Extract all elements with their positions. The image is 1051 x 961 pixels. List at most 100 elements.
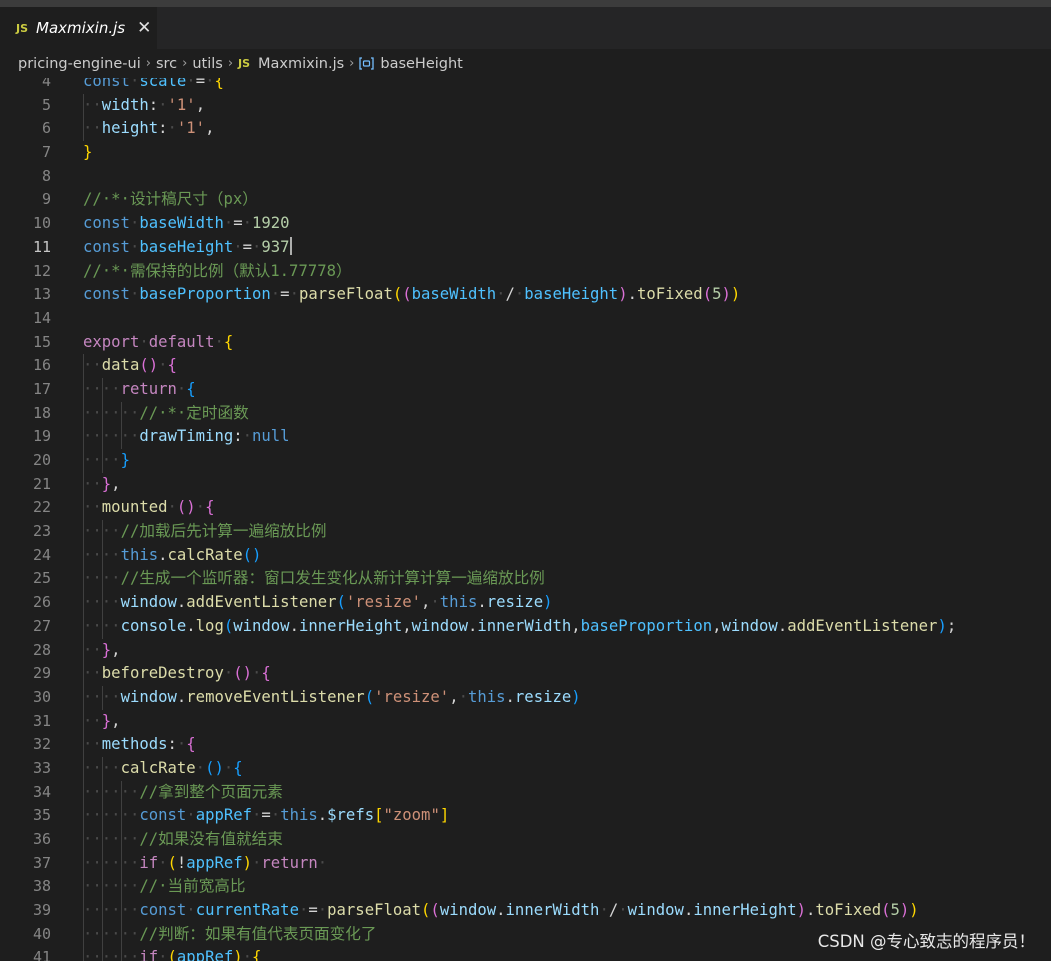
code-line[interactable]: 13 const·baseProportion·=·parseFloat((bas… [0, 283, 1051, 307]
indent-guide [83, 780, 84, 805]
indent-guide [101, 899, 103, 923]
breadcrumb-item-utils[interactable]: utils [192, 56, 223, 72]
code-line[interactable]: 20 ·· ··} [0, 449, 1051, 473]
code-line[interactable]: 27 ·· ··console.log(window.innerHeight,win… [0, 614, 1051, 639]
code-token: //·*·需保持的比例（默认1.77778） [83, 261, 352, 280]
code-line[interactable]: 29 ··beforeDestroy·()·{ [0, 662, 1051, 686]
whitespace-marker: ·· [120, 806, 140, 825]
code-token: '1' [176, 119, 206, 138]
code-line[interactable]: 26 ·· ··window.addEventListener('resize',·… [0, 591, 1051, 615]
breadcrumb-item-symbol[interactable]: baseHeight [380, 56, 463, 72]
breadcrumb-item-project[interactable]: pricing-engine-ui [18, 56, 141, 72]
code-line[interactable]: 32 ··methods:·{ [0, 733, 1051, 757]
indent-guide [83, 875, 84, 900]
code-line[interactable]: 18 ·· ·· ··//·*·定时函数 [0, 401, 1051, 426]
text-cursor [289, 236, 292, 255]
code-token: //·*·定时函数 [139, 403, 249, 422]
code-token: parseFloat [298, 285, 393, 304]
code-line[interactable]: 25 ·· ··//生成一个监听器：窗口发生变化从新计算计算一遍缩放比例 [0, 567, 1051, 592]
code-line[interactable]: 36 ·· ·· ··//如果没有值就结束 [0, 828, 1051, 852]
code-token: window [721, 616, 778, 635]
code-line[interactable]: 4 const·scale·=·{ [0, 78, 1051, 94]
code-token: { [223, 332, 234, 351]
code-token: parseFloat [327, 901, 422, 920]
code-line[interactable]: 5 ··width:·'1', [0, 93, 1051, 118]
code-token: baseProportion [580, 616, 713, 635]
code-line[interactable]: 23 ·· ··//加载后先计算一遍缩放比例 [0, 520, 1051, 544]
indent-guide [83, 377, 84, 402]
code-line[interactable]: 22 ··mounted·()·{ [0, 496, 1051, 521]
code-line[interactable]: 21 ··}, [0, 472, 1051, 497]
code-text: export·default·{ [83, 331, 233, 355]
code-token: = [308, 901, 318, 920]
code-token: . [289, 616, 299, 635]
code-line[interactable]: 33 ·· ··calcRate·()·{ [0, 756, 1051, 781]
whitespace-marker: ·· [101, 569, 121, 588]
code-token: '1' [167, 95, 196, 114]
whitespace-marker: ·· [83, 451, 102, 469]
code-line[interactable]: 34 ·· ·· ··//拿到整个页面元素 [0, 780, 1051, 805]
whitespace-marker: · [317, 901, 328, 920]
line-number: 28 [32, 640, 51, 659]
code-line[interactable]: 30 ·· ··window.removeEventListener('resize… [0, 685, 1051, 710]
javascript-file-icon: JS [16, 21, 29, 35]
code-line[interactable]: 9 //·*·设计稿尺寸（px） [0, 188, 1051, 212]
code-token: 5 [890, 901, 900, 920]
whitespace-marker: ·· [83, 901, 102, 920]
indent-guide [83, 922, 84, 947]
line-number: 6 [41, 119, 51, 138]
line-number: 23 [32, 522, 51, 541]
code-line[interactable]: 35 ·· ·· ··const·appRef·=·this.$refs["zoom"… [0, 804, 1051, 829]
code-line[interactable]: 37 ·· ·· ··if·(!appRef)·return· [0, 851, 1051, 876]
indent-guide [83, 449, 84, 473]
line-number: 21 [32, 474, 51, 493]
line-number: 15 [32, 332, 51, 351]
breadcrumb-item-src[interactable]: src [156, 56, 177, 72]
code-token: 'resize' [374, 687, 450, 706]
code-token: , [571, 616, 581, 635]
code-token: baseHeight [139, 237, 234, 256]
line-number: 9 [41, 190, 51, 209]
code-line[interactable]: 24 ·· ··this.calcRate() [0, 543, 1051, 568]
code-line[interactable]: 6 ··height:·'1', [0, 117, 1051, 142]
code-line[interactable]: 11 const·baseHeight·=·937 [0, 236, 1051, 260]
indent-guide [101, 543, 103, 568]
line-number: 34 [32, 782, 51, 801]
code-line[interactable]: 17 ·· ··return·{ [0, 377, 1051, 402]
whitespace-marker: ·· [83, 569, 102, 588]
code-token: . [496, 901, 506, 920]
code-line[interactable]: 12 //·*·需保持的比例（默认1.77778） [0, 260, 1051, 284]
code-token: ( [167, 853, 177, 872]
code-line[interactable]: 39 ·· ·· ··const·currentRate·=·parseFloat((… [0, 899, 1051, 923]
indent-guide [83, 756, 84, 781]
symbol-variable-icon [359, 57, 375, 70]
close-icon[interactable]: ✕ [137, 19, 151, 37]
whitespace-marker: ·· [101, 853, 121, 872]
whitespace-marker: ·· [83, 379, 102, 398]
line-number: 14 [32, 308, 51, 327]
indent-guide [101, 804, 103, 829]
code-token: , [195, 95, 206, 114]
indent-guide [101, 756, 103, 781]
code-editor[interactable]: 4 const·scale·=·{5 ··width:·'1', 6 ··height:… [0, 78, 1051, 961]
code-text: ··width:·'1', [83, 93, 206, 118]
code-token: . [176, 687, 187, 706]
code-line[interactable]: 31 ··}, [0, 709, 1051, 734]
whitespace-marker: ·· [83, 593, 102, 612]
code-line[interactable]: 14 [0, 307, 1051, 331]
tab-maxmixin[interactable]: JS Maxmixin.js ✕ [0, 7, 158, 49]
code-line[interactable]: 15 export·default·{ [0, 331, 1051, 355]
code-line[interactable]: 10 const·baseWidth·=·1920 [0, 212, 1051, 236]
code-line[interactable]: 8 [0, 165, 1051, 189]
code-line[interactable]: 38 ·· ·· ··//·当前宽高比 [0, 875, 1051, 900]
code-text: ·· ·· ··if·(appRef)·{ [83, 946, 261, 961]
code-token: window [411, 616, 468, 635]
code-line[interactable]: 28 ··}, [0, 638, 1051, 663]
whitespace-marker: · [242, 948, 253, 961]
whitespace-marker: ·· [120, 427, 140, 446]
code-text: ··}, [83, 638, 121, 663]
code-line[interactable]: 7} [0, 141, 1051, 165]
breadcrumb-item-file[interactable]: Maxmixin.js [258, 56, 344, 72]
code-line[interactable]: 19 ·· ·· ··drawTiming:·null [0, 425, 1051, 450]
code-line[interactable]: 16 ··data()·{ [0, 354, 1051, 378]
